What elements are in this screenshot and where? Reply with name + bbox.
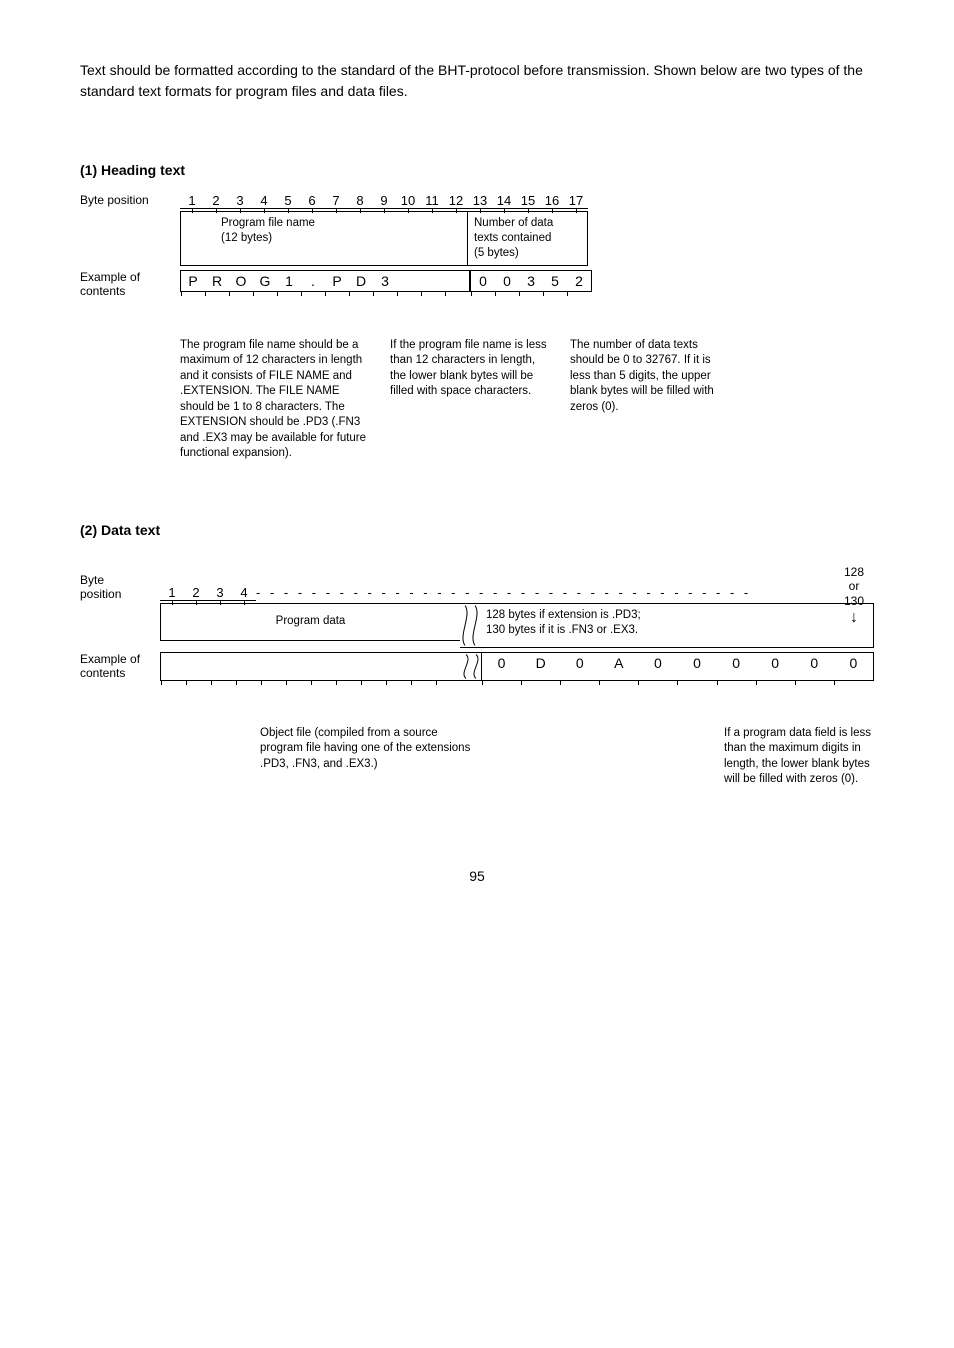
- content-cell: P: [325, 270, 349, 292]
- content-cell: [445, 270, 470, 292]
- tr-l1: 128: [844, 565, 864, 579]
- byte-num: 16: [540, 193, 564, 209]
- byte-num: 7: [324, 193, 348, 209]
- content-cell: [386, 652, 411, 681]
- example-contents-row: P R O G 1 . P D 3 0 0 3 5 2: [180, 270, 592, 292]
- byte-num: 4: [232, 585, 256, 601]
- note2-1: Object file (compiled from a source prog…: [260, 726, 480, 788]
- content-cell: 3: [519, 270, 543, 292]
- content-cell: 0: [834, 652, 874, 681]
- dashes: - - - - - - - - - - - - - - - - - - - - …: [256, 581, 874, 601]
- program-data-box: Program data: [160, 603, 460, 641]
- byte-num: 12: [444, 193, 468, 209]
- note1: The program file name should be a maximu…: [180, 338, 370, 462]
- content-cell: 0: [756, 652, 795, 681]
- byte-num: 4: [252, 193, 276, 209]
- example-label-l2: contents: [80, 284, 180, 298]
- content-cell: 2: [567, 270, 592, 292]
- note2: If the program file name is less than 12…: [390, 338, 550, 462]
- byte-num: 14: [492, 193, 516, 209]
- note2-2: If a program data field is less than the…: [724, 726, 874, 788]
- content-cell: 0: [560, 652, 599, 681]
- tr-l2: or: [844, 579, 864, 593]
- content-cell: 0: [481, 652, 521, 681]
- byte-num: 2: [184, 585, 208, 601]
- content-cell: [160, 652, 186, 681]
- content-cell: 0: [495, 270, 519, 292]
- content-cell: G: [253, 270, 277, 292]
- content-cell: 0: [638, 652, 677, 681]
- example-label-l1: Example of: [80, 270, 180, 284]
- content-cell: 0: [795, 652, 834, 681]
- example2-label-l1: Example of: [80, 652, 160, 666]
- section2-title: (2) Data text: [80, 522, 874, 538]
- content-cell: [397, 270, 421, 292]
- box2-line2: texts contained: [474, 231, 581, 246]
- content-cell: O: [229, 270, 253, 292]
- content-cell: [436, 652, 461, 681]
- section1-title: (1) Heading text: [80, 162, 874, 178]
- content-cell: .: [301, 270, 325, 292]
- content-cell: [336, 652, 361, 681]
- byte-num: 15: [516, 193, 540, 209]
- content-cell: D: [349, 270, 373, 292]
- example2-label-l2: contents: [80, 666, 160, 680]
- byte-num: 9: [372, 193, 396, 209]
- content-cell: 0: [717, 652, 756, 681]
- byte-num: 6: [300, 193, 324, 209]
- content-cell: [411, 652, 436, 681]
- content-cell: [186, 652, 211, 681]
- byte-position-label: Byte position: [80, 193, 180, 207]
- byte-num: 11: [420, 193, 444, 209]
- byte-num: 17: [564, 193, 588, 209]
- content-cell: [211, 652, 236, 681]
- content-cell: [236, 652, 261, 681]
- byte-label-l1: Byte: [80, 573, 160, 587]
- tr-l3: 130: [844, 594, 864, 608]
- content-cell: [421, 270, 445, 292]
- byte-num: 5: [276, 193, 300, 209]
- content-cell: [361, 652, 386, 681]
- box1-line2: (12 bytes): [221, 231, 461, 246]
- byte-num: 3: [228, 193, 252, 209]
- top-right-label: 128 or 130 ↓: [844, 565, 864, 627]
- content-cell: 0: [677, 652, 716, 681]
- break-icon: [460, 603, 480, 648]
- byte-num: 1: [180, 193, 204, 209]
- content-cell: 0: [470, 270, 495, 292]
- content-cell: 3: [373, 270, 397, 292]
- intro-paragraph: Text should be formatted according to th…: [80, 60, 874, 102]
- box2-line3: (5 bytes): [474, 246, 581, 261]
- content-cell: 1: [277, 270, 301, 292]
- arrow-down-icon: ↓: [844, 608, 864, 627]
- content-cell: D: [521, 652, 560, 681]
- box-right-l2: 130 bytes if it is .FN3 or .EX3.: [486, 623, 867, 638]
- content-cell: P: [180, 270, 205, 292]
- content-cell: 5: [543, 270, 567, 292]
- box2-line1: Number of data: [474, 216, 581, 231]
- byte-num: 13: [468, 193, 492, 209]
- content-cell: [286, 652, 311, 681]
- byte-num: 3: [208, 585, 232, 601]
- description-boxes: Program file name (12 bytes) Number of d…: [180, 211, 588, 266]
- content-cell: A: [599, 652, 638, 681]
- note3: The number of data texts should be 0 to …: [570, 338, 730, 462]
- page-number: 95: [80, 868, 874, 884]
- box-right-l1: 128 bytes if extension is .PD3;: [486, 608, 867, 623]
- byte-label-l2: position: [80, 587, 160, 601]
- content-cell: [311, 652, 336, 681]
- box1-line1: Program file name: [221, 216, 461, 231]
- byte-positions-row: 1 2 3 4 5 6 7 8 9 10 11 12 13 14 15 16 1…: [180, 193, 588, 209]
- break-icon: [461, 652, 481, 681]
- byte-num: 1: [160, 585, 184, 601]
- content-cell: R: [205, 270, 229, 292]
- byte-num: 10: [396, 193, 420, 209]
- content-cell: [261, 652, 286, 681]
- byte-num: 8: [348, 193, 372, 209]
- byte-num: 2: [204, 193, 228, 209]
